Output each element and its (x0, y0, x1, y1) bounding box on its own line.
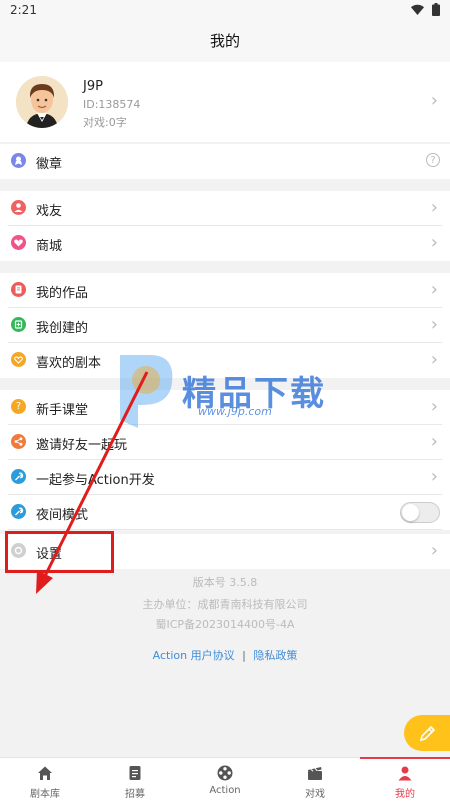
works-icon (11, 282, 26, 297)
tab-roleplay[interactable]: 对戏 (270, 758, 360, 801)
tab-action[interactable]: Action (180, 758, 270, 801)
chevron-right-icon: › (430, 349, 438, 370)
menu-item-label: 我的作品 (36, 286, 89, 301)
menu-item-label: 商城 (36, 239, 63, 254)
chevron-right-icon: › (430, 314, 438, 335)
menu-item-label: 新手课堂 (36, 403, 89, 418)
menu-item-label: 徽章 (36, 157, 63, 172)
watermark-logo-icon (120, 355, 173, 428)
watermark-url: www.j9p.com (198, 405, 272, 418)
profile-word-count: 对戏:0字 (83, 116, 127, 129)
tab-me[interactable]: 我的 (360, 757, 450, 801)
menu-item-friends[interactable]: 戏友 › (0, 191, 450, 226)
version-text: 版本号 3.5.8 (192, 576, 258, 589)
menu-item-night-mode: 夜间模式 (0, 495, 450, 530)
profile-card[interactable]: J9P ID:138574 对戏:0字 › (0, 62, 450, 142)
organizer-text: 主办单位：成都青南科技有限公司 (142, 598, 308, 611)
question-icon: ? (11, 399, 26, 414)
tab-label: 招募 (125, 789, 145, 800)
wrench-icon (11, 469, 26, 484)
night-mode-toggle[interactable] (400, 502, 440, 523)
home-icon (38, 766, 52, 780)
watermark: 精品下载 www.j9p.com (110, 350, 360, 430)
tab-label: Action (209, 785, 241, 796)
divider (8, 529, 442, 530)
film-reel-icon (217, 765, 233, 781)
moon-icon (11, 504, 26, 519)
menu-item-label: 夜间模式 (36, 508, 89, 523)
badge-icon (11, 153, 26, 168)
icp-text: 蜀ICP备2023014400号-4A (155, 618, 295, 631)
page-title: 我的 (0, 20, 450, 62)
friend-icon (11, 200, 26, 215)
pencil-icon (419, 725, 436, 742)
menu-item-my-works[interactable]: 我的作品 › (0, 273, 450, 308)
chevron-right-icon: › (430, 431, 438, 452)
profile-name: J9P (83, 79, 103, 94)
menu-item-created[interactable]: 我创建的 › (0, 308, 450, 343)
status-bar: 2:21 (0, 0, 450, 20)
avatar[interactable] (16, 76, 68, 128)
menu-item-label: 戏友 (36, 204, 63, 219)
chevron-right-icon: › (430, 279, 438, 300)
tab-label: 我的 (395, 789, 415, 800)
chevron-right-icon: › (430, 396, 438, 417)
user-agreement-link[interactable]: Action 用户协议 (153, 649, 235, 662)
profile-id: ID:138574 (83, 98, 141, 111)
chevron-right-icon: › (430, 540, 438, 561)
menu-item-label: 我创建的 (36, 321, 89, 336)
created-icon (11, 317, 26, 332)
tab-script-library[interactable]: 剧本库 (0, 758, 90, 801)
section-divider (0, 261, 450, 273)
shop-icon (11, 235, 26, 250)
menu-item-badge[interactable]: 徽章 ? (0, 144, 450, 179)
chevron-right-icon: › (430, 232, 438, 253)
status-time: 2:21 (10, 3, 37, 17)
footer-links: Action 用户协议 | 隐私政策 (0, 647, 450, 663)
status-icons (411, 3, 440, 16)
menu-item-label: 喜欢的剧本 (36, 356, 102, 371)
chevron-right-icon: › (430, 197, 438, 218)
person-icon (398, 766, 412, 781)
link-divider: | (242, 649, 246, 662)
menu-item-shop[interactable]: 商城 › (0, 226, 450, 261)
tab-label: 剧本库 (30, 789, 60, 800)
menu-item-invite-friends[interactable]: 邀请好友一起玩 › (0, 425, 450, 460)
share-icon (11, 434, 26, 449)
chevron-right-icon: › (430, 90, 438, 111)
bottom-tab-bar: 剧本库 招募 Action 对戏 我的 (0, 757, 450, 801)
privacy-policy-link[interactable]: 隐私政策 (253, 649, 297, 662)
wifi-icon (411, 4, 424, 15)
edit-fab-button[interactable] (404, 715, 450, 751)
menu-item-label: 一起参与Action开发 (36, 473, 155, 488)
menu-item-join-development[interactable]: 一起参与Action开发 › (0, 460, 450, 495)
tab-label: 对戏 (305, 789, 325, 800)
tab-recruit[interactable]: 招募 (90, 758, 180, 801)
battery-icon (432, 3, 440, 16)
section-divider (0, 179, 450, 191)
menu-item-label: 邀请好友一起玩 (36, 438, 128, 453)
highlight-box (5, 531, 114, 573)
document-icon (129, 766, 141, 780)
help-icon[interactable]: ? (426, 153, 440, 167)
clapperboard-icon (308, 767, 322, 780)
chevron-right-icon: › (430, 466, 438, 487)
toggle-knob (402, 504, 419, 521)
heart-icon (11, 352, 26, 367)
